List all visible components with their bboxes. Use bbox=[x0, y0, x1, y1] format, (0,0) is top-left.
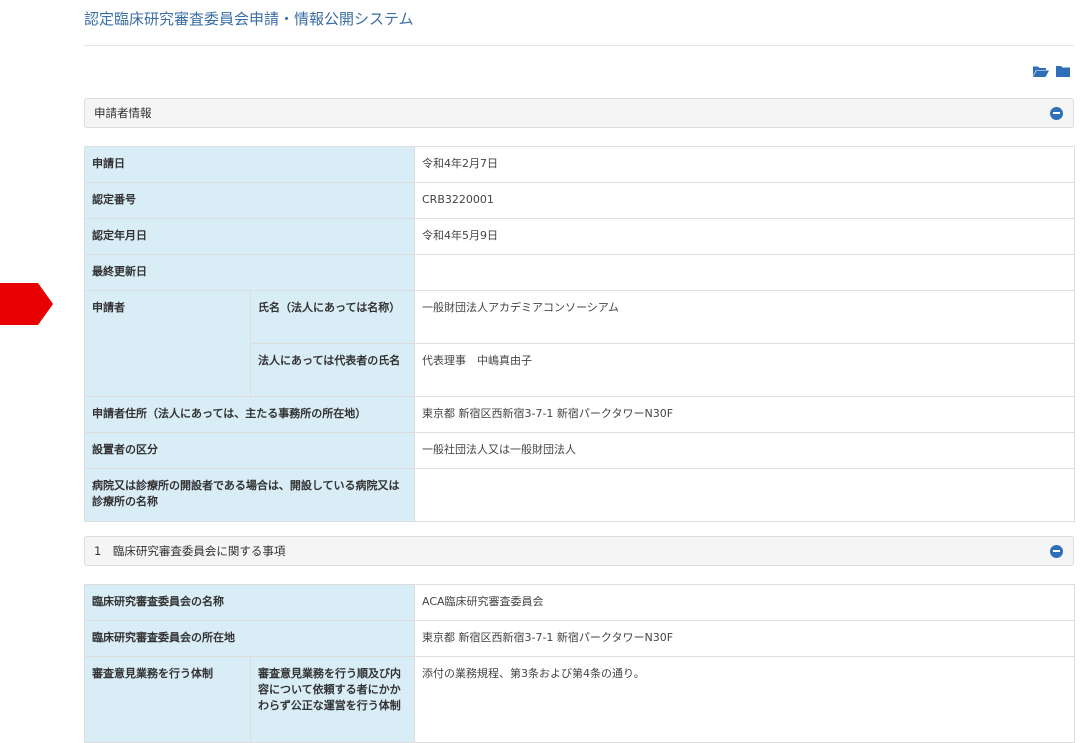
hospital-label: 病院又は診療所の開設者である場合は、開設している病院又は診療所の名称 bbox=[84, 468, 415, 522]
panel-committee-header[interactable]: 1 臨床研究審査委員会に関する事項 bbox=[84, 536, 1074, 566]
panel-title: 申請者情報 bbox=[94, 106, 152, 120]
table-row: 臨床研究審査委員会の所在地 東京都 新宿区西新宿3-7-1 新宿パークタワーN3… bbox=[84, 620, 1075, 657]
certification-date-value: 令和4年5月9日 bbox=[414, 218, 1075, 255]
table-row: 病院又は診療所の開設者である場合は、開設している病院又は診療所の名称 bbox=[84, 468, 1075, 522]
toolbar bbox=[1033, 64, 1070, 80]
applicant-name-label: 氏名（法人にあっては名称） bbox=[250, 290, 415, 344]
table-row: 臨床研究審査委員会の名称 ACA臨床研究審査委員会 bbox=[84, 584, 1075, 621]
last-updated-value bbox=[414, 254, 1075, 291]
committee-name-value: ACA臨床研究審査委員会 bbox=[414, 584, 1075, 621]
applicant-label: 申請者 bbox=[84, 290, 251, 397]
panel-applicant-info-header[interactable]: 申請者情報 bbox=[84, 98, 1074, 128]
table-row: 設置者の区分 一般社団法人又は一般財団法人 bbox=[84, 432, 1075, 469]
table-row: 認定年月日 令和4年5月9日 bbox=[84, 218, 1075, 255]
folder-icon[interactable] bbox=[1056, 65, 1070, 80]
collapse-icon[interactable] bbox=[1050, 106, 1063, 120]
table-row: 申請者 氏名（法人にあっては名称） 一般財団法人アカデミアコンソーシアム bbox=[84, 290, 1075, 397]
committee-info-table: 臨床研究審査委員会の名称 ACA臨床研究審査委員会 臨床研究審査委員会の所在地 … bbox=[84, 584, 1075, 743]
app-title: 認定臨床研究審査委員会申請・情報公開システム bbox=[84, 10, 414, 28]
table-row: 審査意見業務を行う体制 審査意見業務を行う順及び内容について依頼する者にかかわら… bbox=[84, 656, 1075, 743]
committee-name-label: 臨床研究審査委員会の名称 bbox=[84, 584, 415, 621]
panel-title: 1 臨床研究審査委員会に関する事項 bbox=[94, 544, 286, 558]
committee-location-label: 臨床研究審査委員会の所在地 bbox=[84, 620, 415, 657]
representative-value: 代表理事 中嶋真由子 bbox=[414, 343, 1075, 397]
committee-location-value: 東京都 新宿区西新宿3-7-1 新宿パークタワーN30F bbox=[414, 620, 1075, 657]
pointer-arrow-icon bbox=[0, 283, 53, 325]
application-date-label: 申請日 bbox=[84, 146, 415, 183]
table-row: 最終更新日 bbox=[84, 254, 1075, 291]
hospital-value bbox=[414, 468, 1075, 522]
review-system-sub-label: 審査意見業務を行う順及び内容について依頼する者にかかわらず公正な運営を行う体制 bbox=[250, 656, 415, 743]
table-row: 申請者住所（法人にあっては、主たる事務所の所在地） 東京都 新宿区西新宿3-7-… bbox=[84, 396, 1075, 433]
address-value: 東京都 新宿区西新宿3-7-1 新宿パークタワーN30F bbox=[414, 396, 1075, 433]
application-date-value: 令和4年2月7日 bbox=[414, 146, 1075, 183]
collapse-icon[interactable] bbox=[1050, 544, 1063, 558]
title-divider bbox=[84, 45, 1074, 46]
last-updated-label: 最終更新日 bbox=[84, 254, 415, 291]
representative-label: 法人にあっては代表者の氏名 bbox=[250, 343, 415, 397]
review-system-label: 審査意見業務を行う体制 bbox=[84, 656, 251, 743]
address-label: 申請者住所（法人にあっては、主たる事務所の所在地） bbox=[84, 396, 415, 433]
certification-date-label: 認定年月日 bbox=[84, 218, 415, 255]
applicant-name-value: 一般財団法人アカデミアコンソーシアム bbox=[414, 290, 1075, 344]
folder-open-icon[interactable] bbox=[1033, 65, 1049, 80]
founder-category-value: 一般社団法人又は一般財団法人 bbox=[414, 432, 1075, 469]
table-row: 認定番号 CRB3220001 bbox=[84, 182, 1075, 219]
founder-category-label: 設置者の区分 bbox=[84, 432, 415, 469]
review-system-value: 添付の業務規程、第3条および第4条の通り。 bbox=[414, 656, 1075, 743]
applicant-info-table: 申請日 令和4年2月7日 認定番号 CRB3220001 認定年月日 令和4年5… bbox=[84, 146, 1075, 522]
certification-number-label: 認定番号 bbox=[84, 182, 415, 219]
certification-number-value: CRB3220001 bbox=[414, 182, 1075, 219]
table-row: 申請日 令和4年2月7日 bbox=[84, 146, 1075, 183]
